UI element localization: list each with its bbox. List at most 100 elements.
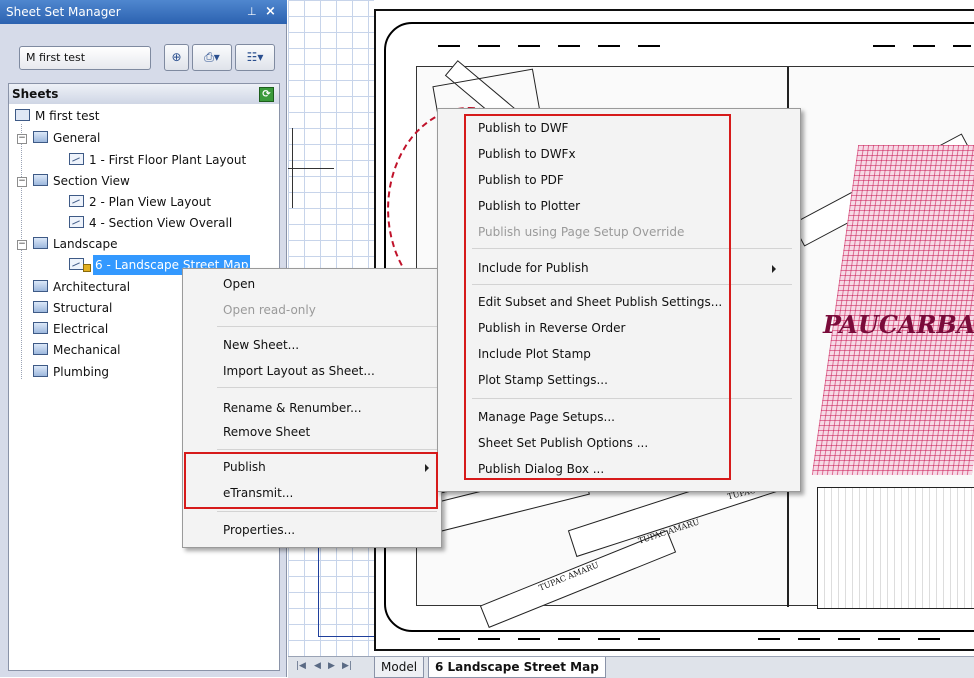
prev-layout-icon[interactable]: ◀	[314, 661, 321, 671]
pin-icon[interactable]: ⊥	[247, 0, 257, 24]
menu-item-publish-dialog-box[interactable]: Publish Dialog Box ...	[478, 458, 604, 480]
tree-subset-general[interactable]: − General	[11, 128, 271, 148]
tree-sheet-4[interactable]: 4 - Section View Overall	[11, 213, 271, 233]
dash	[438, 45, 460, 47]
sheet-set-dropdown[interactable]: M first test	[19, 46, 151, 70]
menu-item-edit-subset-publish-settings[interactable]: Edit Subset and Sheet Publish Settings..…	[478, 291, 722, 313]
publish-dropdown-button[interactable]: ⎙▾	[192, 44, 232, 71]
menu-separator	[217, 387, 437, 388]
menu-item-publish-dwfx[interactable]: Publish to DWFx	[478, 143, 576, 165]
first-layout-icon[interactable]: |◀	[296, 661, 306, 671]
menu-item-publish-pdf[interactable]: Publish to PDF	[478, 169, 564, 191]
tree-subset-landscape[interactable]: − Landscape	[11, 234, 271, 254]
menu-item-open-read-only[interactable]: Open read-only	[223, 299, 316, 321]
dash	[598, 638, 620, 640]
dash	[873, 45, 895, 47]
menu-item-publish-dwf[interactable]: Publish to DWF	[478, 117, 568, 139]
dash	[598, 45, 620, 47]
menu-item-sheet-set-publish-options[interactable]: Sheet Set Publish Options ...	[478, 432, 648, 454]
tree-item-label: Landscape	[53, 237, 118, 251]
next-layout-icon[interactable]: ▶	[328, 661, 335, 671]
dash	[918, 638, 940, 640]
drawing-fragment	[318, 540, 380, 637]
dash	[878, 638, 900, 640]
tab-layout-landscape[interactable]: 6 Landscape Street Map	[428, 657, 606, 678]
menu-item-import-layout[interactable]: Import Layout as Sheet...	[223, 360, 375, 382]
subset-icon	[33, 343, 48, 355]
menu-item-plot-stamp-settings[interactable]: Plot Stamp Settings...	[478, 369, 608, 391]
dash	[638, 45, 660, 47]
map-title: PAUCARBA	[823, 310, 974, 339]
menu-item-publish-reverse-order[interactable]: Publish in Reverse Order	[478, 317, 626, 339]
dash	[758, 638, 780, 640]
subset-icon	[33, 131, 48, 143]
publish-icon-button[interactable]: ⊕	[164, 44, 189, 71]
tree-item-label: Plumbing	[53, 365, 110, 379]
subset-icon	[33, 280, 48, 292]
tree-item-label: 1 - First Floor Plant Layout	[89, 153, 247, 167]
tree-item-label: 2 - Plan View Layout	[89, 195, 212, 209]
menu-item-publish[interactable]: Publish	[223, 456, 266, 478]
map-block	[817, 487, 974, 609]
refresh-icon[interactable]: ⟳	[259, 87, 274, 102]
palette-titlebar[interactable]: Sheet Set Manager ⊥ ×	[0, 0, 287, 24]
menu-item-remove-sheet[interactable]: Remove Sheet	[223, 421, 310, 443]
sheet-icon	[69, 195, 84, 207]
tree-sheet-1[interactable]: 1 - First Floor Plant Layout	[11, 150, 273, 170]
dash	[518, 45, 540, 47]
menu-separator	[472, 248, 792, 249]
tree-item-label: Mechanical	[53, 343, 121, 357]
collapse-icon[interactable]: −	[17, 240, 27, 250]
tree-item-label: Section View	[53, 174, 130, 188]
sheets-header-label: Sheets	[12, 87, 59, 101]
dash	[478, 45, 500, 47]
collapse-icon[interactable]: −	[17, 134, 27, 144]
submenu-arrow-icon	[425, 464, 429, 472]
palette-title: Sheet Set Manager	[6, 5, 121, 19]
dash	[838, 638, 860, 640]
lock-icon	[83, 264, 91, 272]
subset-icon	[33, 301, 48, 313]
subset-icon	[33, 237, 48, 249]
menu-separator	[472, 284, 792, 285]
last-layout-icon[interactable]: ▶|	[342, 661, 352, 671]
tree-item-label: 4 - Section View Overall	[89, 216, 233, 230]
menu-item-etransmit[interactable]: eTransmit...	[223, 482, 293, 504]
dash	[558, 45, 580, 47]
sheet-set-icon	[15, 109, 30, 121]
dash	[913, 45, 935, 47]
menu-item-new-sheet[interactable]: New Sheet...	[223, 334, 299, 356]
dash	[638, 638, 660, 640]
menu-item-manage-page-setups[interactable]: Manage Page Setups...	[478, 406, 615, 428]
tree-subset-section-view[interactable]: − Section View	[11, 171, 271, 191]
sheet-context-menu: Open Open read-only New Sheet... Import …	[182, 268, 442, 548]
view-options-button[interactable]: ☷▾	[235, 44, 275, 71]
collapse-icon[interactable]: −	[17, 177, 27, 187]
subset-icon	[33, 174, 48, 186]
menu-item-publish-plotter[interactable]: Publish to Plotter	[478, 195, 580, 217]
sheets-header: Sheets ⟳	[9, 84, 279, 104]
close-icon[interactable]: ×	[265, 0, 276, 24]
menu-item-properties[interactable]: Properties...	[223, 519, 295, 541]
menu-item-include-for-publish[interactable]: Include for Publish	[478, 257, 589, 279]
publish-submenu: Publish to DWF Publish to DWFx Publish t…	[437, 108, 801, 492]
menu-item-rename-renumber[interactable]: Rename & Renumber...	[223, 397, 362, 419]
tree-root-label: M first test	[35, 109, 100, 123]
menu-item-open[interactable]: Open	[223, 273, 255, 295]
tab-model[interactable]: Model	[374, 657, 425, 678]
menu-item-publish-page-setup-override[interactable]: Publish using Page Setup Override	[478, 221, 684, 243]
layout-tab-bar: |◀ ◀ ▶ ▶| Model 6 Landscape Street Map	[288, 656, 974, 678]
tree-item-label: Electrical	[53, 322, 109, 336]
tree-sheet-2[interactable]: 2 - Plan View Layout	[11, 192, 271, 212]
menu-separator	[217, 326, 437, 327]
tree-item-label: General	[53, 131, 101, 145]
dash	[953, 45, 971, 47]
menu-item-include-plot-stamp[interactable]: Include Plot Stamp	[478, 343, 591, 365]
sheet-icon	[69, 153, 84, 165]
submenu-arrow-icon	[772, 265, 776, 273]
tree-root[interactable]: M first test	[11, 106, 271, 126]
dash	[518, 638, 540, 640]
subset-icon	[33, 322, 48, 334]
subset-icon	[33, 365, 48, 377]
crosshair	[288, 168, 334, 169]
